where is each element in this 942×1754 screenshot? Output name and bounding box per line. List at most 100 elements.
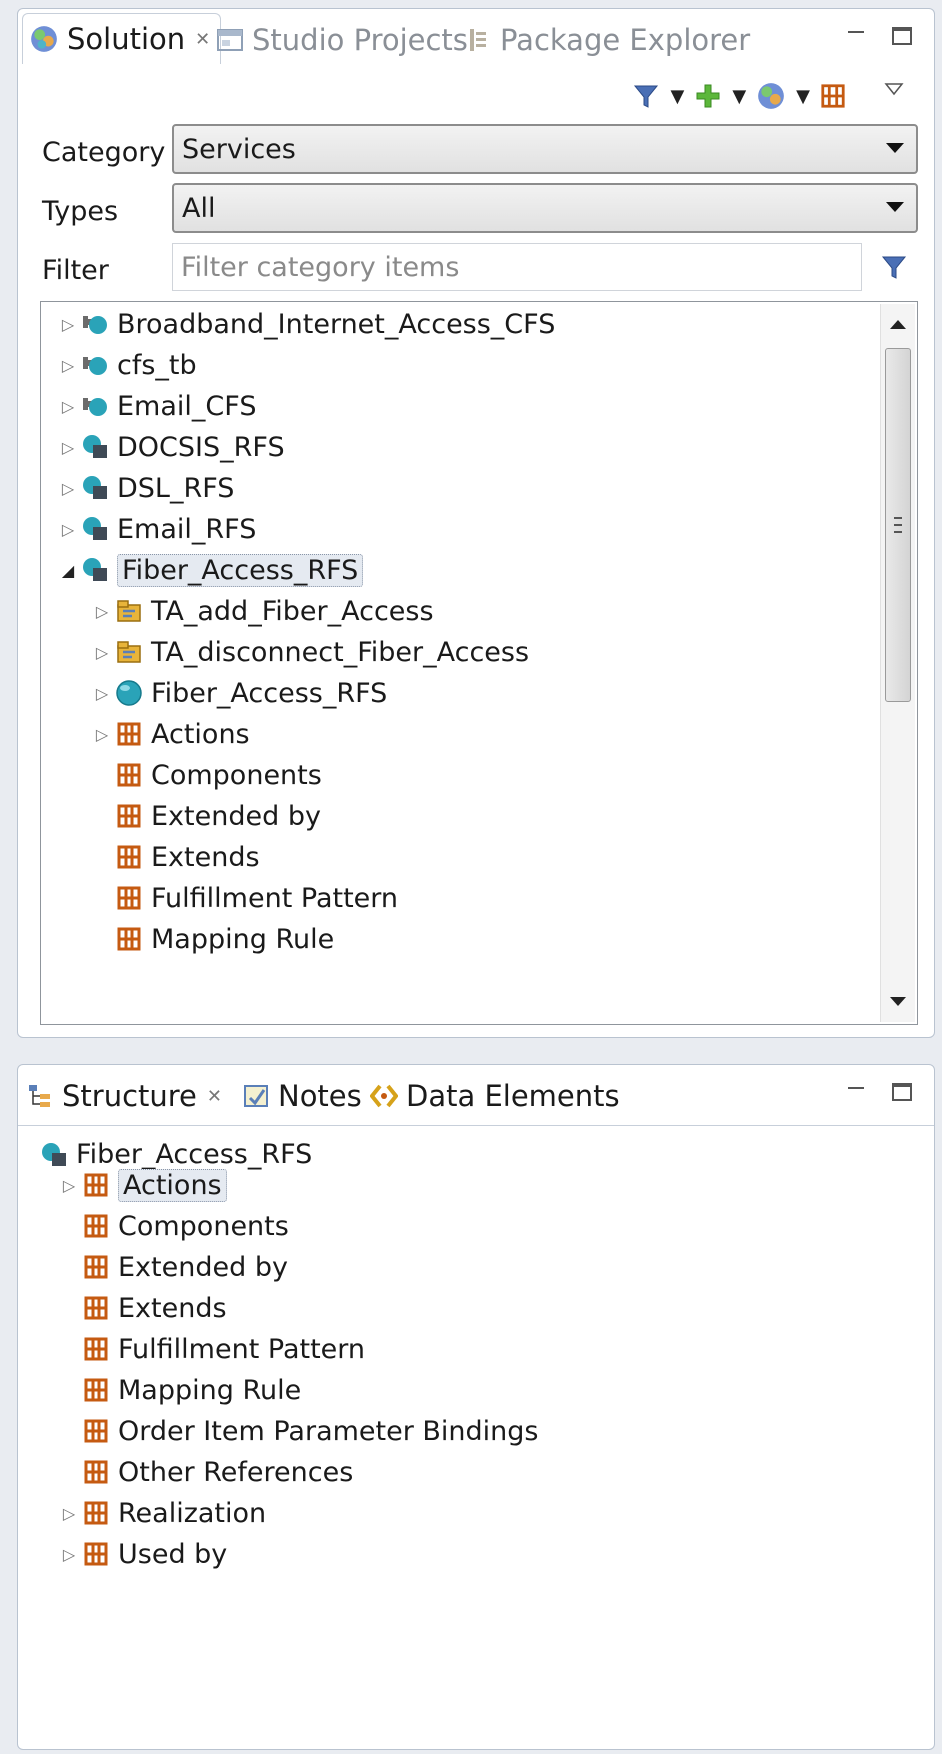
scroll-up-icon[interactable] (890, 320, 906, 329)
expand-triangle-icon[interactable]: ▷ (56, 1545, 82, 1564)
expand-triangle-icon[interactable]: ▷ (56, 1504, 82, 1523)
folder-grid-icon (117, 927, 141, 951)
structure-item[interactable]: Order Item Parameter Bindings (56, 1411, 539, 1451)
technical-action-icon (117, 600, 141, 622)
tab-package-explorer-label: Package Explorer (500, 23, 751, 57)
structure-item[interactable]: Extended by (56, 1247, 288, 1287)
tree-item[interactable]: ▷ TA_disconnect_Fiber_Access (89, 632, 529, 672)
filter-input[interactable]: Filter category items (172, 243, 862, 291)
maximize-icon[interactable] (892, 1083, 912, 1101)
tree-item[interactable]: Mapping Rule (89, 919, 334, 959)
filter-icon[interactable] (880, 252, 908, 282)
expand-triangle-icon[interactable]: ▷ (89, 725, 115, 744)
types-label: Types (42, 196, 119, 227)
expand-triangle-icon[interactable]: ▷ (55, 397, 81, 416)
expand-triangle-icon[interactable]: ▷ (89, 684, 115, 703)
tab-studio-projects[interactable]: Studio Projects (216, 17, 468, 63)
tree-item-label: Mapping Rule (118, 1374, 302, 1406)
tab-notes-label: Notes (278, 1079, 362, 1113)
tab-structure[interactable]: Structure ✕ (26, 1073, 222, 1119)
cfs-icon (83, 316, 107, 334)
tree-item-label: Other References (118, 1456, 354, 1488)
structure-item[interactable]: ▷ Realization (56, 1493, 266, 1533)
collapse-triangle-icon[interactable]: ◢ (55, 561, 81, 580)
close-icon[interactable]: ✕ (207, 1086, 222, 1107)
tree-item[interactable]: ▷ DSL_RFS (55, 468, 235, 508)
tree-item-label: Fiber_Access_RFS (117, 553, 364, 587)
tree-item[interactable]: ▷ Broadband_Internet_Access_CFS (55, 304, 556, 344)
maximize-icon[interactable] (892, 27, 912, 45)
folder-grid-icon (84, 1542, 108, 1566)
minimize-icon[interactable] (848, 1087, 864, 1095)
tab-notes[interactable]: Notes (242, 1073, 362, 1119)
tree-item-label: Fulfillment Pattern (118, 1333, 366, 1365)
close-icon[interactable]: ✕ (195, 29, 210, 50)
tree-item-label: Fiber_Access_RFS (151, 677, 388, 709)
expand-triangle-icon[interactable]: ▷ (55, 479, 81, 498)
expand-triangle-icon[interactable]: ▷ (55, 356, 81, 375)
view-menu-icon[interactable] (884, 82, 904, 96)
structure-item[interactable]: Extends (56, 1288, 227, 1328)
structure-item[interactable]: Mapping Rule (56, 1370, 301, 1410)
tree-item[interactable]: Extends (89, 837, 260, 877)
structure-item[interactable]: Fulfillment Pattern (56, 1329, 365, 1369)
solution-icon (31, 26, 57, 52)
solution-view: Solution ✕ Studio Projects Package Explo… (17, 8, 935, 1038)
category-select[interactable]: Services (172, 124, 918, 174)
folder-grid-icon[interactable] (820, 83, 846, 109)
structure-tab-bar: Structure ✕ Notes Data Elements (18, 1065, 934, 1126)
tree-item[interactable]: Extended by (89, 796, 321, 836)
expand-triangle-icon[interactable]: ▷ (55, 315, 81, 334)
expand-triangle-icon[interactable]: ▷ (55, 438, 81, 457)
tree-item-label: TA_add_Fiber_Access (151, 595, 434, 627)
scope-dropdown-icon[interactable]: ▼ (796, 86, 810, 107)
tab-package-explorer[interactable]: Package Explorer (464, 17, 750, 63)
chevron-down-icon (886, 143, 904, 153)
structure-item[interactable]: Components (56, 1206, 289, 1246)
tree-item-label: Used by (118, 1538, 228, 1570)
expand-triangle-icon[interactable]: ▷ (55, 520, 81, 539)
folder-grid-icon (117, 722, 141, 746)
tree-item-label: Actions (151, 718, 250, 750)
expand-triangle-icon[interactable]: ▷ (89, 602, 115, 621)
solution-scope-icon[interactable] (756, 81, 786, 111)
tree-item[interactable]: ▷ Email_RFS (55, 509, 257, 549)
tree-item[interactable]: Fulfillment Pattern (89, 878, 398, 918)
minimize-icon[interactable] (848, 31, 864, 39)
add-icon[interactable] (694, 82, 722, 110)
tree-item-label: cfs_tb (117, 349, 197, 381)
notes-icon (244, 1085, 268, 1107)
tab-solution[interactable]: Solution ✕ (22, 13, 222, 64)
structure-item[interactable]: ▷ Used by (56, 1534, 227, 1574)
tree-item-label: Components (118, 1210, 289, 1242)
filter-dropdown-icon[interactable]: ▼ (670, 86, 684, 107)
tree-item[interactable]: ▷ cfs_tb (55, 345, 197, 385)
tab-data-elements[interactable]: Data Elements (370, 1073, 620, 1119)
folder-grid-icon (84, 1337, 108, 1361)
tree-item[interactable]: ▷ Fiber_Access_RFS (89, 673, 387, 713)
folder-grid-icon (84, 1460, 108, 1484)
vertical-scrollbar[interactable] (880, 304, 915, 1022)
tree-item[interactable]: ▷ TA_add_Fiber_Access (89, 591, 434, 631)
filter-icon[interactable] (632, 82, 660, 110)
tree-item[interactable]: ▷ DOCSIS_RFS (55, 427, 285, 467)
tree-item-label: Email_CFS (117, 390, 257, 422)
rfs-icon (83, 517, 107, 540)
types-select[interactable]: All (172, 183, 918, 233)
structure-item[interactable]: ▷ Actions (56, 1165, 227, 1205)
add-dropdown-icon[interactable]: ▼ (732, 86, 746, 107)
scrollbar-thumb[interactable] (885, 348, 911, 702)
scroll-down-icon[interactable] (890, 997, 906, 1006)
expand-triangle-icon[interactable]: ▷ (56, 1176, 82, 1195)
tree-item[interactable]: ▷ Actions (89, 714, 250, 754)
folder-grid-icon (84, 1419, 108, 1443)
cfs-icon (83, 357, 107, 375)
tree-item-label: DSL_RFS (117, 472, 235, 504)
tree-item[interactable]: ▷ Email_CFS (55, 386, 257, 426)
tab-studio-projects-label: Studio Projects (252, 23, 468, 57)
expand-triangle-icon[interactable]: ▷ (89, 643, 115, 662)
folder-grid-icon (84, 1173, 108, 1197)
tree-item[interactable]: ◢ Fiber_Access_RFS (55, 550, 364, 590)
structure-item[interactable]: Other References (56, 1452, 353, 1492)
tree-item[interactable]: Components (89, 755, 322, 795)
